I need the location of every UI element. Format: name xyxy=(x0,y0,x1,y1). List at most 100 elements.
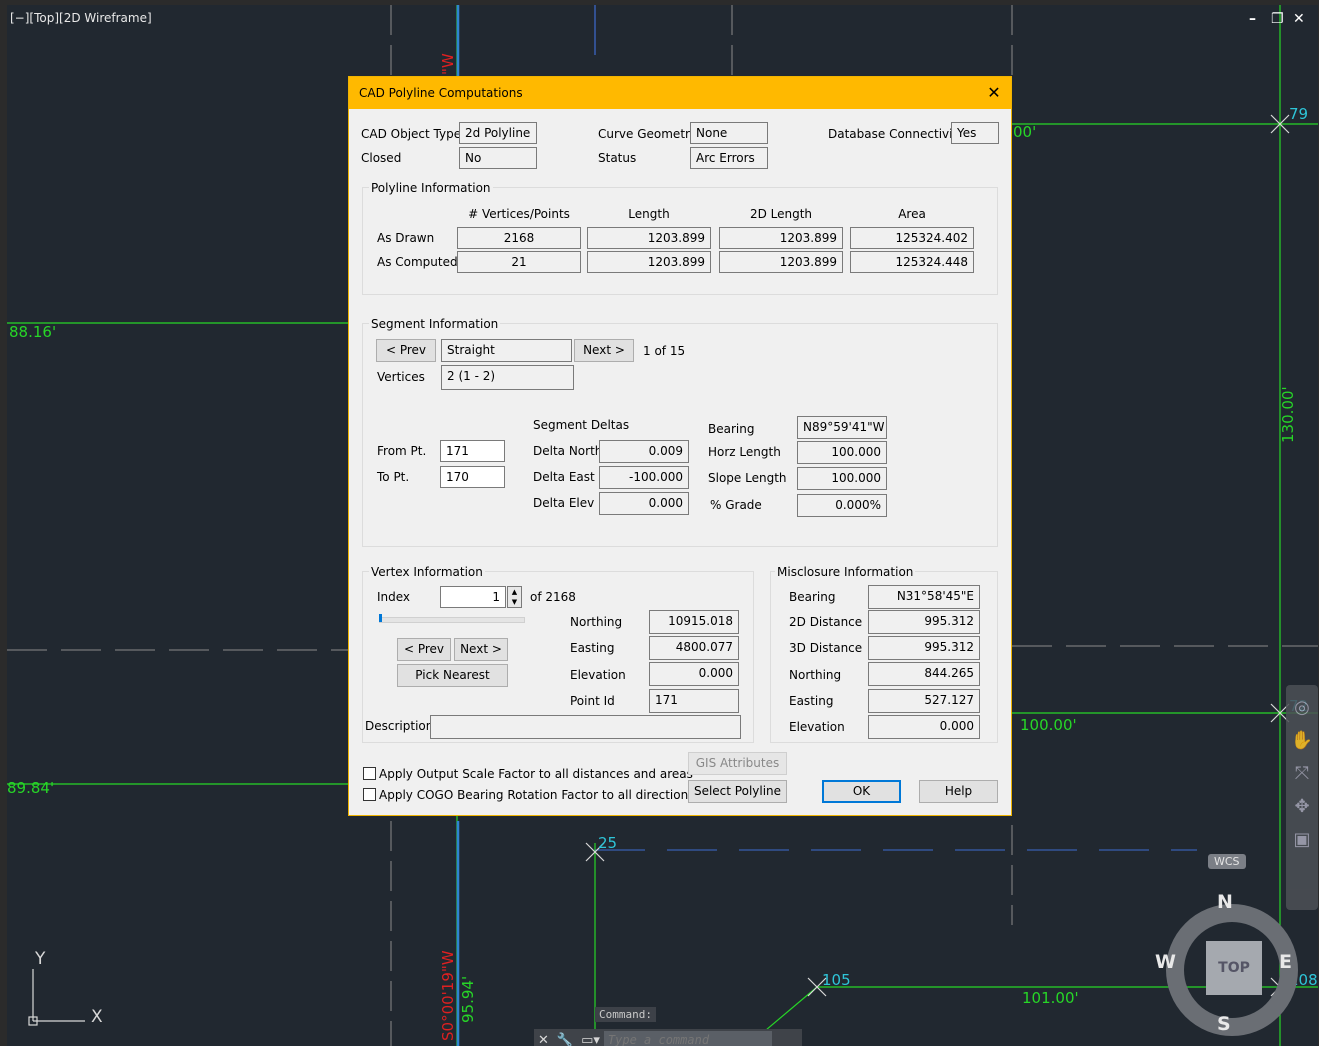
cad-polyline-computations-dialog: CAD Polyline Computations ✕ CAD Object T… xyxy=(348,76,1012,816)
misclosure-elevation-field: 0.000 xyxy=(868,715,980,739)
close-viewport-icon[interactable]: ✕ xyxy=(1293,11,1305,27)
table-cell: 2168 xyxy=(457,227,581,249)
grade-label: % Grade xyxy=(710,498,762,512)
column-header: # Vertices/Points xyxy=(468,207,570,221)
command-input[interactable] xyxy=(603,1031,772,1046)
index-input[interactable]: 1 xyxy=(440,586,506,608)
table-cell: 1203.899 xyxy=(587,251,711,273)
help-button[interactable]: Help xyxy=(919,780,998,803)
cad-object-type-field: 2d Polyline xyxy=(459,122,537,144)
dimension-text: 101.00' xyxy=(1022,989,1079,1007)
wcs-menu[interactable]: WCS xyxy=(1208,854,1246,869)
dialog-title-bar[interactable]: CAD Polyline Computations ✕ xyxy=(349,77,1011,109)
distance-text: 95.94' xyxy=(459,975,477,1023)
output-scale-factor-label[interactable]: Apply Output Scale Factor to all distanc… xyxy=(379,767,693,781)
polyline-information-title: Polyline Information xyxy=(369,181,493,195)
point-number: 105 xyxy=(822,971,851,989)
horz-length-label: Horz Length xyxy=(708,445,781,459)
cad-object-type-label: CAD Object Type xyxy=(361,127,462,141)
index-of-count: of 2168 xyxy=(530,590,576,604)
compass-west[interactable]: W xyxy=(1155,951,1176,973)
misclosure-information-title: Misclosure Information xyxy=(775,565,916,579)
segment-bearing-label: Bearing xyxy=(708,422,755,436)
close-command-icon[interactable]: ✕ xyxy=(538,1033,549,1046)
command-line[interactable]: ✕ 🔧 ▭▾ xyxy=(534,1029,802,1046)
close-icon[interactable]: ✕ xyxy=(983,82,1005,104)
orbit-icon[interactable]: ✥ xyxy=(1286,796,1318,817)
compass-south[interactable]: S xyxy=(1217,1013,1231,1035)
description-label: Description xyxy=(365,719,434,733)
compass-east[interactable]: E xyxy=(1279,951,1292,973)
misclosure-northing-label: Northing xyxy=(789,668,842,682)
closed-field: No xyxy=(459,147,537,169)
from-point-field: 171 xyxy=(440,440,505,462)
misclosure-2d-distance-label: 2D Distance xyxy=(789,615,863,629)
closed-label: Closed xyxy=(361,151,402,165)
delta-elev-field: 0.000 xyxy=(599,492,689,515)
minimize-icon[interactable]: – xyxy=(1249,11,1256,27)
vertex-prev-button[interactable]: < Prev xyxy=(397,638,451,661)
cogo-rotation-label[interactable]: Apply COGO Bearing Rotation Factor to al… xyxy=(379,788,694,802)
vertices-field: 2 (1 - 2) xyxy=(441,365,574,390)
showmotion-icon[interactable]: ▣ xyxy=(1286,829,1318,850)
curve-geometry-field: None xyxy=(690,122,768,144)
dimension-text: 100.00' xyxy=(1020,716,1077,734)
delta-north-label: Delta North xyxy=(533,444,603,458)
viewcube-top[interactable]: TOP xyxy=(1206,941,1262,995)
misclosure-northing-field: 844.265 xyxy=(868,662,980,686)
viewport-controls-label[interactable]: [−][Top][2D Wireframe] xyxy=(10,11,152,25)
table-cell: 21 xyxy=(457,251,581,273)
pick-nearest-button[interactable]: Pick Nearest xyxy=(397,664,508,687)
point-id-field: 171 xyxy=(649,689,739,713)
dialog-title: CAD Polyline Computations xyxy=(359,86,523,100)
index-spinner[interactable]: ▲ ▼ xyxy=(507,586,522,608)
column-header: Area xyxy=(898,207,926,221)
bearing-text: S0°00'19"W xyxy=(439,950,457,1041)
vertex-elevation-label: Elevation xyxy=(570,668,626,682)
restore-icon[interactable]: ❐ xyxy=(1271,11,1284,27)
output-scale-factor-checkbox[interactable] xyxy=(363,767,376,780)
spin-down-icon[interactable]: ▼ xyxy=(508,597,521,607)
segment-count: 1 of 15 xyxy=(643,344,686,358)
ok-button[interactable]: OK xyxy=(822,780,901,803)
command-prompt-icon[interactable]: ▭▾ xyxy=(581,1033,600,1046)
database-connectivity-field: Yes xyxy=(951,122,999,144)
zoom-extents-icon[interactable]: ⤧ xyxy=(1286,763,1318,784)
navigation-bar[interactable]: ◎ ✋ ⤧ ✥ ▣ xyxy=(1286,685,1318,910)
segment-next-button[interactable]: Next > xyxy=(574,339,634,362)
table-cell: 1203.899 xyxy=(719,227,843,249)
delta-east-label: Delta East xyxy=(533,470,595,484)
vertex-easting-label: Easting xyxy=(570,641,615,655)
table-cell: 1203.899 xyxy=(587,227,711,249)
misclosure-easting-label: Easting xyxy=(789,694,834,708)
status-label: Status xyxy=(598,151,637,165)
ucs-x-label: X xyxy=(91,1007,103,1027)
pan-hand-icon[interactable]: ✋ xyxy=(1286,730,1318,751)
misclosure-bearing-field: N31°58'45"E xyxy=(868,585,980,609)
steering-wheel-icon[interactable]: ◎ xyxy=(1286,697,1318,718)
customize-wrench-icon[interactable]: 🔧 xyxy=(557,1033,573,1046)
curve-geometry-label: Curve Geometry xyxy=(598,127,698,141)
table-cell: 1203.899 xyxy=(719,251,843,273)
segment-information-title: Segment Information xyxy=(369,317,501,331)
row-label: As Drawn xyxy=(377,231,435,245)
status-field: Arc Errors xyxy=(690,147,768,169)
compass-north[interactable]: N xyxy=(1217,891,1233,913)
slope-length-field: 100.000 xyxy=(797,467,887,490)
cogo-rotation-checkbox[interactable] xyxy=(363,788,376,801)
vertex-slider-track[interactable] xyxy=(379,617,525,623)
column-header: 2D Length xyxy=(749,207,813,221)
select-polyline-button[interactable]: Select Polyline xyxy=(688,780,787,803)
vertex-slider-thumb[interactable] xyxy=(379,614,382,622)
segment-prev-button[interactable]: < Prev xyxy=(376,339,436,362)
gis-attributes-button[interactable]: GIS Attributes xyxy=(688,752,787,775)
vertex-next-button[interactable]: Next > xyxy=(454,638,508,661)
vertex-northing-field: 10915.018 xyxy=(649,610,739,634)
misclosure-3d-distance-label: 3D Distance xyxy=(789,641,863,655)
to-point-label: To Pt. xyxy=(377,470,410,484)
spin-up-icon[interactable]: ▲ xyxy=(508,587,521,597)
grade-field: 0.000% xyxy=(797,494,887,517)
point-number: 79 xyxy=(1289,105,1309,123)
vertex-elevation-field: 0.000 xyxy=(649,662,739,686)
from-point-label: From Pt. xyxy=(377,444,427,458)
